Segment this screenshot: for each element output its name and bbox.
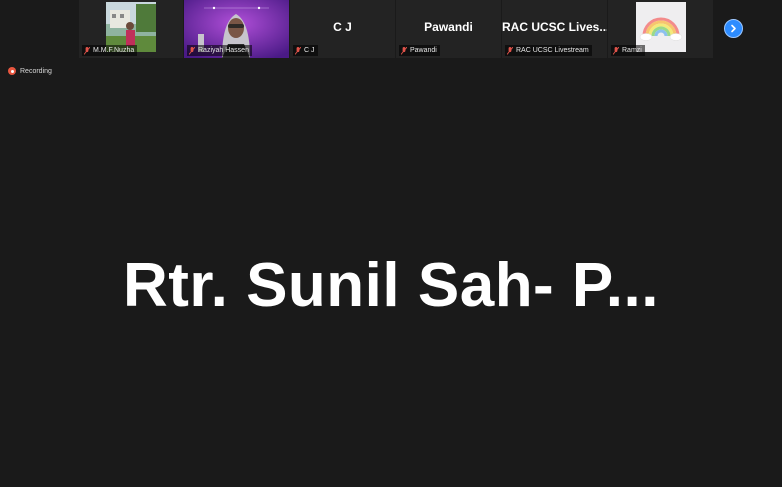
participant-tile[interactable]: C J C J — [290, 0, 396, 58]
active-speaker-name: Rtr. Sunil Sah- P... — [123, 251, 659, 320]
participant-name-label: Raziyah Hassen — [187, 45, 252, 56]
participant-name-label: C J — [293, 45, 318, 56]
participant-tile[interactable]: M.M.F.Nuzha — [79, 0, 184, 58]
next-page-button[interactable] — [724, 19, 743, 38]
participant-tile[interactable]: RAC UCSC Lives... RAC UCSC Livestream — [502, 0, 608, 58]
mic-muted-icon — [401, 46, 407, 55]
participant-name-label: RAC UCSC Livestream — [505, 45, 592, 56]
participant-name: Raziyah Hassen — [198, 47, 249, 54]
mic-muted-icon — [507, 46, 513, 55]
participant-name: M.M.F.Nuzha — [93, 47, 135, 54]
participant-tile[interactable]: Raziyah Hassen — [184, 0, 290, 58]
mic-muted-icon — [84, 46, 90, 55]
chevron-right-icon — [731, 24, 736, 33]
participant-display-name: Pawandi — [424, 20, 473, 34]
recording-icon — [8, 67, 16, 75]
participant-name: Ramzi — [622, 47, 642, 54]
mic-muted-icon — [295, 46, 301, 55]
participant-tile[interactable]: Pawandi Pawandi — [396, 0, 502, 58]
mic-muted-icon — [613, 46, 619, 55]
participant-name-label: Ramzi — [611, 45, 645, 56]
participant-name: Pawandi — [410, 47, 437, 54]
recording-indicator[interactable]: Recording — [8, 67, 52, 75]
mic-muted-icon — [189, 46, 195, 55]
participant-name: C J — [304, 47, 315, 54]
participant-name-label: Pawandi — [399, 45, 440, 56]
participant-name-label: M.M.F.Nuzha — [82, 45, 138, 56]
participant-strip: M.M.F.Nuzha Raziyah Hassen C J C J Pawan… — [0, 0, 782, 58]
participant-display-name: RAC UCSC Lives... — [502, 20, 608, 34]
recording-label: Recording — [20, 67, 52, 75]
participant-tile[interactable]: Ramzi — [608, 0, 714, 58]
participant-display-name: C J — [333, 20, 352, 34]
participant-name: RAC UCSC Livestream — [516, 47, 589, 54]
